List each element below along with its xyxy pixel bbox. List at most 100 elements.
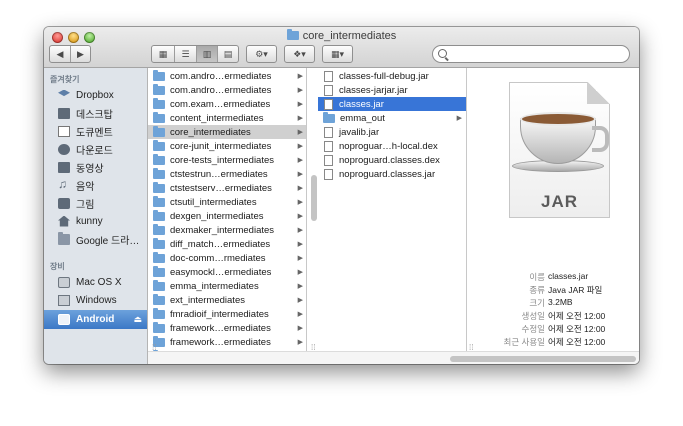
folder-row[interactable]: dexmaker_intermediates ▶: [148, 223, 306, 237]
folder-row[interactable]: diff_match…ermediates ▶: [148, 237, 306, 251]
disclosure-arrow-icon: ▶: [297, 101, 303, 108]
pictures-icon: [58, 197, 70, 209]
folder-icon: [153, 97, 165, 109]
jar-file-icon: [324, 98, 333, 110]
file-row[interactable]: javalib.jar: [318, 125, 466, 139]
sidebar-item-movies[interactable]: 동영상: [44, 158, 147, 176]
folder-row[interactable]: emma_out ▶: [318, 111, 466, 125]
folder-row[interactable]: ctstestserv…ermediates ▶: [148, 181, 306, 195]
finder-window: core_intermediates ◀ ▶ ▦ ☰ ▥ ▤ ⚙▾ ❖▾ ▦▾ …: [44, 27, 639, 364]
sidebar-item-label: 데스크탑: [76, 109, 113, 121]
file-row[interactable]: classes.jar: [318, 97, 466, 111]
folder-row[interactable]: com.andro…ermediates ▶: [148, 69, 306, 83]
file-row[interactable]: noproguar…h-local.dex: [318, 139, 466, 153]
folder-row-label: ext_intermediates: [170, 294, 245, 306]
list-view-button[interactable]: ☰: [174, 46, 196, 62]
sidebar-item-label: 음악: [76, 181, 95, 193]
movies-icon: [58, 161, 70, 173]
window-title: core_intermediates: [44, 29, 639, 42]
action-menu-button[interactable]: ⚙▾: [246, 45, 277, 63]
folder-icon: [153, 139, 165, 151]
file-row-label: noproguard.classes.jar: [339, 168, 436, 180]
forward-button[interactable]: ▶: [70, 46, 90, 62]
column-1-scrollbar[interactable]: [311, 175, 317, 221]
folder-row-label: dexgen_intermediates: [170, 210, 264, 222]
arrange-menu-button[interactable]: ▦▾: [322, 45, 353, 63]
folder-row[interactable]: ctsutil_intermediates ▶: [148, 195, 306, 209]
sidebar-item-windows[interactable]: Windows: [44, 291, 147, 309]
back-button[interactable]: ◀: [50, 46, 70, 62]
sidebar-item-downloads[interactable]: 다운로드: [44, 140, 147, 158]
sidebar-item-label: 도큐멘트: [76, 127, 113, 139]
folder-icon: [153, 279, 165, 291]
file-row[interactable]: classes-jarjar.jar: [318, 83, 466, 97]
file-row[interactable]: noproguard.classes.jar: [318, 167, 466, 181]
folder-row-label: fmradioif_intermediates: [170, 308, 269, 320]
disk-icon: [58, 276, 70, 288]
folder-row[interactable]: ext_intermediates ▶: [148, 293, 306, 307]
folder-icon: [153, 153, 165, 165]
folder-row-label: com.andro…ermediates: [170, 70, 272, 82]
arrange-grid-icon: ▦▾: [330, 48, 345, 59]
disclosure-arrow-icon: ▶: [297, 115, 303, 122]
disclosure-arrow-icon: ▶: [297, 157, 303, 164]
folder-row-label: dexmaker_intermediates: [170, 224, 275, 236]
folder-row-label: com.andro…ermediates: [170, 84, 272, 96]
preview-pane: JAR 이름 classes.jar 종류 Java JAR 파일 크기 3.2MB 생성일…: [478, 68, 639, 364]
horizontal-scrollbar-thumb[interactable]: [450, 356, 636, 362]
folder-row[interactable]: framework…ermediates ▶: [148, 335, 306, 349]
folder-row[interactable]: doc-comm…rmediates ▶: [148, 251, 306, 265]
icon-view-button[interactable]: ▦: [152, 46, 174, 62]
file-row[interactable]: classes-full-debug.jar: [318, 69, 466, 83]
folder-row[interactable]: ctstestrun…ermediates ▶: [148, 167, 306, 181]
sidebar-item-pictures[interactable]: 그림: [44, 194, 147, 212]
sidebar-item-music[interactable]: 음악: [44, 176, 147, 194]
disclosure-arrow-icon: ▶: [297, 171, 303, 178]
sidebar-item-android[interactable]: Android ⏏: [44, 310, 147, 329]
folder-row[interactable]: dexgen_intermediates ▶: [148, 209, 306, 223]
coffee-surface: [520, 112, 596, 126]
folder-row[interactable]: easymockl…ermediates ▶: [148, 265, 306, 279]
gear-icon: ⚙▾: [255, 48, 268, 59]
folder-row[interactable]: emma_intermediates ▶: [148, 279, 306, 293]
dropbox-menu-button[interactable]: ❖▾: [284, 45, 315, 63]
coverflow-view-icon: ▤: [223, 48, 233, 59]
folder-row-label: content_intermediates: [170, 112, 264, 124]
sidebar-item-dropbox[interactable]: Dropbox: [44, 86, 147, 104]
browser-column-2: classes-full-debug.jar classes-jarjar.jar…: [318, 68, 467, 364]
folder-row[interactable]: core-junit_intermediates ▶: [148, 139, 306, 153]
folder-row[interactable]: fmradioif_intermediates ▶: [148, 307, 306, 321]
folder-row[interactable]: core-tests_intermediates ▶: [148, 153, 306, 167]
sidebar-item-home[interactable]: kunny: [44, 212, 147, 230]
file-row[interactable]: noproguard.classes.dex: [318, 153, 466, 167]
jar-file-icon: [324, 84, 333, 96]
eject-icon[interactable]: ⏏: [133, 314, 142, 325]
folder-icon: [153, 223, 165, 235]
file-row-label: classes-jarjar.jar: [339, 84, 408, 96]
disclosure-arrow-icon: ▶: [297, 339, 303, 346]
sidebar-item-documents[interactable]: 도큐멘트: [44, 122, 147, 140]
folder-row[interactable]: core_intermediates ▶: [148, 125, 306, 139]
info-value: 어제 오전 12:00: [548, 337, 606, 347]
sidebar-item-mac-os-x[interactable]: Mac OS X: [44, 273, 147, 291]
folder-row-label: emma_intermediates: [170, 280, 259, 292]
folder-row[interactable]: com.andro…ermediates ▶: [148, 83, 306, 97]
file-row-label: javalib.jar: [339, 126, 380, 138]
coverflow-view-button[interactable]: ▤: [217, 46, 238, 62]
folder-row[interactable]: com.exam…ermediates ▶: [148, 97, 306, 111]
folder-icon: [153, 293, 165, 305]
folder-icon: [153, 321, 165, 333]
info-key: 이름: [529, 272, 545, 282]
folder-row-label: ctsutil_intermediates: [170, 196, 257, 208]
desktop-icon: [58, 107, 70, 119]
disclosure-arrow-icon: ▶: [297, 87, 303, 94]
title-bar[interactable]: core_intermediates ◀ ▶ ▦ ☰ ▥ ▤ ⚙▾ ❖▾ ▦▾: [44, 27, 639, 68]
column-view-button[interactable]: ▥: [196, 46, 217, 62]
search-field[interactable]: [432, 45, 630, 63]
folder-row[interactable]: framework…ermediates ▶: [148, 321, 306, 335]
folder-row[interactable]: content_intermediates ▶: [148, 111, 306, 125]
jar-file-icon: [324, 168, 333, 180]
sidebar-item-desktop[interactable]: 데스크탑: [44, 104, 147, 122]
disclosure-arrow-icon: ▶: [297, 129, 303, 136]
sidebar-item-google-drive[interactable]: Google 드라…: [44, 230, 147, 248]
